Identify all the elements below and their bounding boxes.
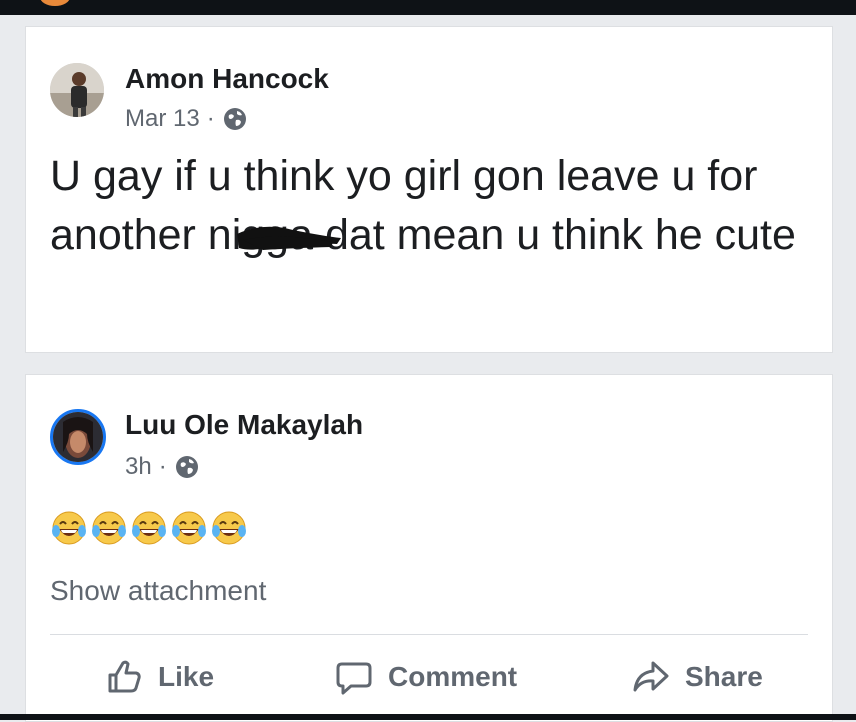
comment-button[interactable]: Comment xyxy=(334,657,517,697)
share-button[interactable]: Share xyxy=(631,657,763,697)
post-text-end: dat mean u think he cute xyxy=(313,211,796,259)
post-author-name[interactable]: Amon Hancock xyxy=(125,63,329,95)
redaction-scribble xyxy=(237,226,342,250)
bottom-bar xyxy=(0,714,856,720)
globe-icon xyxy=(223,108,246,130)
app-logo-icon xyxy=(40,0,70,6)
comment-meta: 3h · xyxy=(125,453,200,481)
show-attachment-link[interactable]: Show attachment xyxy=(50,575,266,607)
share-arrow-icon xyxy=(633,661,669,692)
comment-label: Comment xyxy=(388,661,518,692)
like-button[interactable]: Like xyxy=(104,657,214,697)
comment-emoji-row xyxy=(50,509,250,547)
meta-separator: · xyxy=(158,453,167,480)
top-status-bar xyxy=(0,0,856,15)
thumbs-up-icon xyxy=(108,660,141,693)
action-divider xyxy=(50,634,808,635)
post-text: U gay if u think yo girl gon leave u for… xyxy=(50,147,820,265)
tears-of-joy-emoji-icon xyxy=(212,511,246,545)
redacted-word: gga xyxy=(237,206,342,265)
meta-separator: · xyxy=(206,105,215,132)
tears-of-joy-emoji-icon xyxy=(92,511,126,545)
comment-author-name[interactable]: Luu Ole Makaylah xyxy=(125,409,363,441)
post-meta: Mar 13 · xyxy=(125,105,248,133)
tears-of-joy-emoji-icon xyxy=(52,511,86,545)
comment-author-avatar[interactable] xyxy=(50,409,106,465)
share-label: Share xyxy=(685,661,763,692)
post-card: Amon Hancock Mar 13 · U gay if u think y… xyxy=(25,26,833,353)
globe-icon xyxy=(175,456,198,478)
post-date[interactable]: Mar 13 xyxy=(125,105,200,133)
tears-of-joy-emoji-icon xyxy=(132,511,166,545)
speech-bubble-icon xyxy=(336,662,372,695)
like-label: Like xyxy=(158,661,215,692)
comment-card: Luu Ole Makaylah 3h · Show attachment Li… xyxy=(25,374,833,722)
comment-time[interactable]: 3h xyxy=(125,453,152,481)
post-author-avatar[interactable] xyxy=(50,63,104,117)
tears-of-joy-emoji-icon xyxy=(172,511,206,545)
